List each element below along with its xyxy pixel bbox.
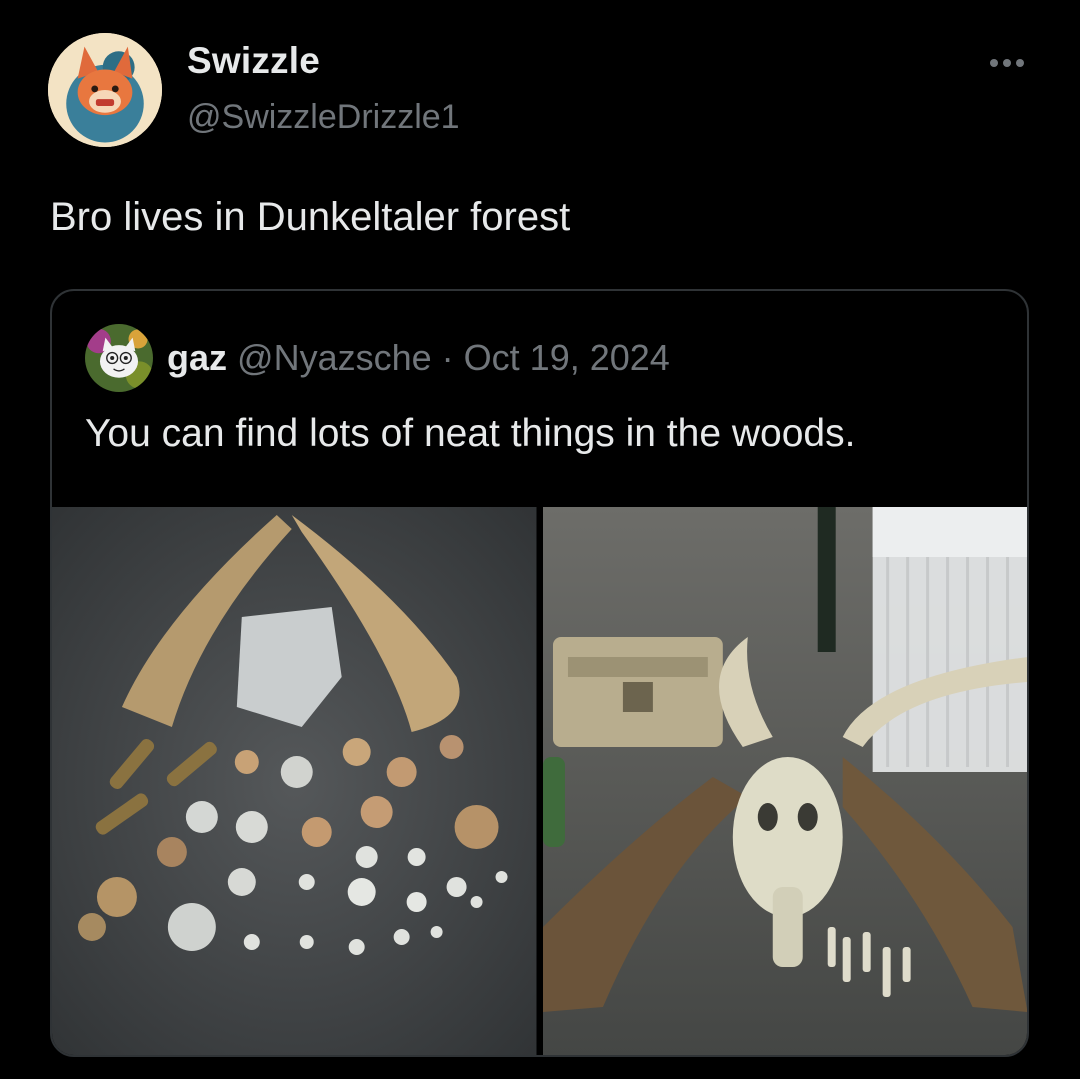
author-avatar[interactable]: [48, 33, 162, 147]
media-grid: [52, 507, 1027, 1055]
media-photo-2[interactable]: [542, 507, 1027, 1055]
bones-and-stones-photo: [52, 507, 537, 1055]
quoted-author-avatar[interactable]: [85, 324, 153, 392]
cat-avatar-icon: [85, 324, 153, 392]
author-name[interactable]: Swizzle: [187, 40, 320, 82]
quoted-author-name[interactable]: gaz: [167, 337, 227, 378]
tweet-text: Bro lives in Dunkeltaler forest: [50, 195, 571, 239]
quoted-tweet-card[interactable]: gaz @Nyazsche · Oct 19, 2024 You can fin…: [50, 289, 1029, 1057]
meta-separator: ·: [441, 337, 454, 378]
tweet: Swizzle @SwizzleDrizzle1 Bro lives in Du…: [0, 0, 1080, 1079]
fox-avatar-icon: [48, 33, 162, 147]
quoted-tweet-meta: gaz @Nyazsche · Oct 19, 2024: [167, 337, 670, 379]
quoted-tweet-date[interactable]: Oct 19, 2024: [464, 337, 670, 378]
more-options-button[interactable]: [982, 50, 1032, 76]
author-handle[interactable]: @SwizzleDrizzle1: [187, 98, 460, 137]
deer-skull-photo: [542, 507, 1027, 1055]
quoted-tweet-text: You can find lots of neat things in the …: [85, 412, 856, 455]
quoted-author-handle[interactable]: @Nyazsche: [237, 337, 432, 378]
media-photo-1[interactable]: [52, 507, 537, 1055]
more-horizontal-icon: [990, 59, 998, 67]
